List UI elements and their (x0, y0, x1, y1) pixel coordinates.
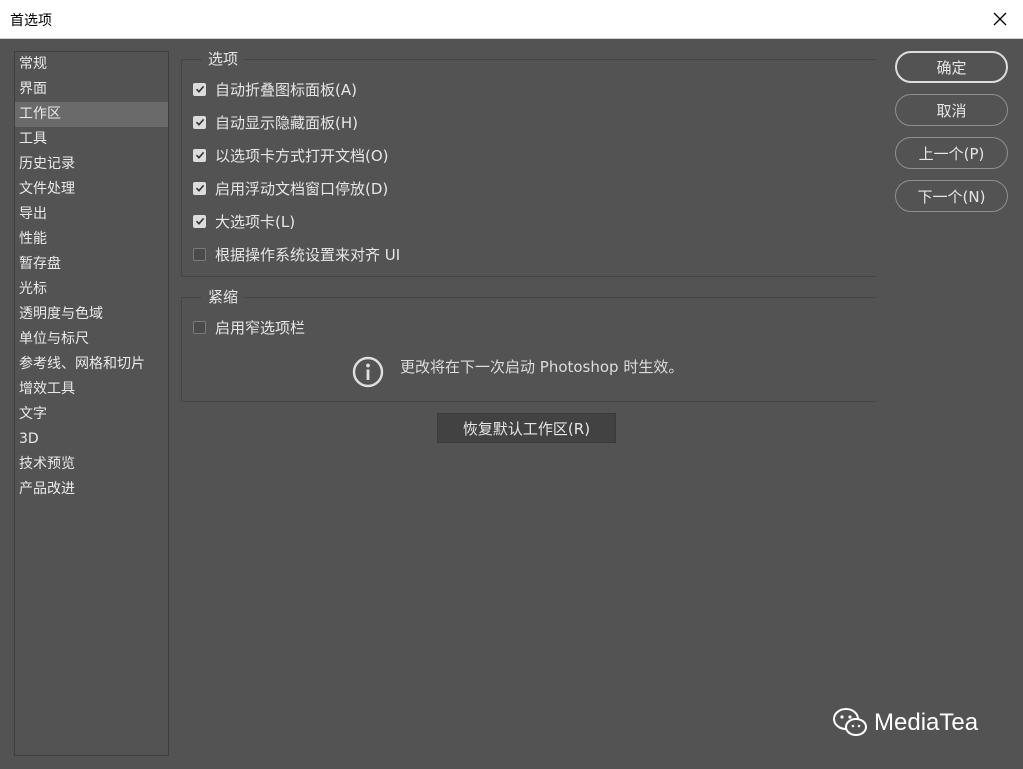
previous-button[interactable]: 上一个(P) (895, 137, 1008, 169)
info-text: 更改将在下一次启动 Photoshop 时生效。 (400, 357, 684, 376)
sidebar-item-product-improvement[interactable]: 产品改进 (15, 477, 168, 502)
sidebar-item-technology-previews[interactable]: 技术预览 (15, 452, 168, 477)
sidebar-item-workspace[interactable]: 工作区 (15, 102, 168, 127)
restore-default-workspace-button[interactable]: 恢复默认工作区(R) (437, 413, 616, 443)
next-button[interactable]: 下一个(N) (895, 180, 1008, 212)
sidebar-item-guides-grid-slices[interactable]: 参考线、网格和切片 (15, 352, 168, 377)
checkbox[interactable] (193, 82, 206, 96)
sidebar-item-plugins[interactable]: 增效工具 (15, 377, 168, 402)
auto-collapse-icon-panels-option[interactable]: 自动折叠图标面板(A) (193, 79, 357, 99)
align-ui-to-os-option[interactable]: 根据操作系统设置来对齐 UI (193, 244, 400, 264)
options-group-title: 选项 (202, 50, 245, 68)
sidebar-item-general[interactable]: 常规 (15, 52, 168, 77)
checkbox[interactable] (193, 320, 206, 334)
option-label: 启用浮动文档窗口停放(D) (215, 179, 389, 198)
watermark-text: MediaTea (874, 709, 979, 736)
sidebar-item-interface[interactable]: 界面 (15, 77, 168, 102)
window-title: 首选项 (10, 13, 52, 29)
checkbox[interactable] (193, 247, 206, 261)
large-tabs-option[interactable]: 大选项卡(L) (193, 211, 295, 231)
dialog-body: 常规 界面 工作区 工具 历史记录 文件处理 导出 性能 暂存盘 光标 透明度与… (0, 39, 1023, 769)
compact-group: 紧缩 启用窄选项栏 更改将在下一次启动 Photoshop 时生效。 (181, 288, 876, 402)
sidebar-item-file-handling[interactable]: 文件处理 (15, 177, 168, 202)
floating-document-docking-option[interactable]: 启用浮动文档窗口停放(D) (193, 178, 388, 198)
close-button[interactable] (977, 0, 1023, 38)
sidebar-item-tools[interactable]: 工具 (15, 127, 168, 152)
title-bar: 首选项 (0, 0, 1023, 39)
options-group: 选项 自动折叠图标面板(A) 自动显示隐藏面板(H) 以选项卡方式打开文档(O)… (181, 50, 876, 277)
checkbox[interactable] (193, 115, 206, 129)
option-label: 启用窄选项栏 (215, 318, 306, 337)
sidebar-item-cursors[interactable]: 光标 (15, 277, 168, 302)
option-label: 以选项卡方式打开文档(O) (215, 146, 389, 165)
sidebar-item-performance[interactable]: 性能 (15, 227, 168, 252)
narrow-options-bar-option[interactable]: 启用窄选项栏 (193, 317, 305, 337)
compact-group-title: 紧缩 (202, 288, 245, 306)
checkmark-icon (195, 217, 204, 225)
checkmark-icon (195, 85, 204, 93)
sidebar-item-3d[interactable]: 3D (15, 427, 168, 452)
option-label: 根据操作系统设置来对齐 UI (215, 245, 401, 264)
option-label: 自动折叠图标面板(A) (215, 80, 357, 99)
cancel-button[interactable]: 取消 (895, 94, 1008, 126)
close-icon (993, 12, 1007, 26)
checkbox[interactable] (193, 181, 206, 195)
checkmark-icon (195, 151, 204, 159)
sidebar-item-transparency-gamut[interactable]: 透明度与色域 (15, 302, 168, 327)
ok-button[interactable]: 确定 (895, 51, 1008, 83)
sidebar-item-history[interactable]: 历史记录 (15, 152, 168, 177)
checkbox[interactable] (193, 148, 206, 162)
wechat-icon (833, 708, 867, 736)
watermark: MediaTea (832, 707, 978, 739)
option-label: 自动显示隐藏面板(H) (215, 113, 358, 132)
sidebar-item-scratch-disks[interactable]: 暂存盘 (15, 252, 168, 277)
sidebar-item-units-rulers[interactable]: 单位与标尺 (15, 327, 168, 352)
open-documents-as-tabs-option[interactable]: 以选项卡方式打开文档(O) (193, 145, 389, 165)
sidebar-item-type[interactable]: 文字 (15, 402, 168, 427)
auto-show-hidden-panels-option[interactable]: 自动显示隐藏面板(H) (193, 112, 358, 132)
restart-notice: 更改将在下一次启动 Photoshop 时生效。 (352, 356, 683, 388)
category-list: 常规 界面 工作区 工具 历史记录 文件处理 导出 性能 暂存盘 光标 透明度与… (14, 51, 169, 756)
sidebar-item-export[interactable]: 导出 (15, 202, 168, 227)
checkbox[interactable] (193, 214, 206, 228)
option-label: 大选项卡(L) (215, 212, 296, 231)
info-icon (352, 356, 384, 388)
checkmark-icon (195, 184, 204, 192)
checkmark-icon (195, 118, 204, 126)
